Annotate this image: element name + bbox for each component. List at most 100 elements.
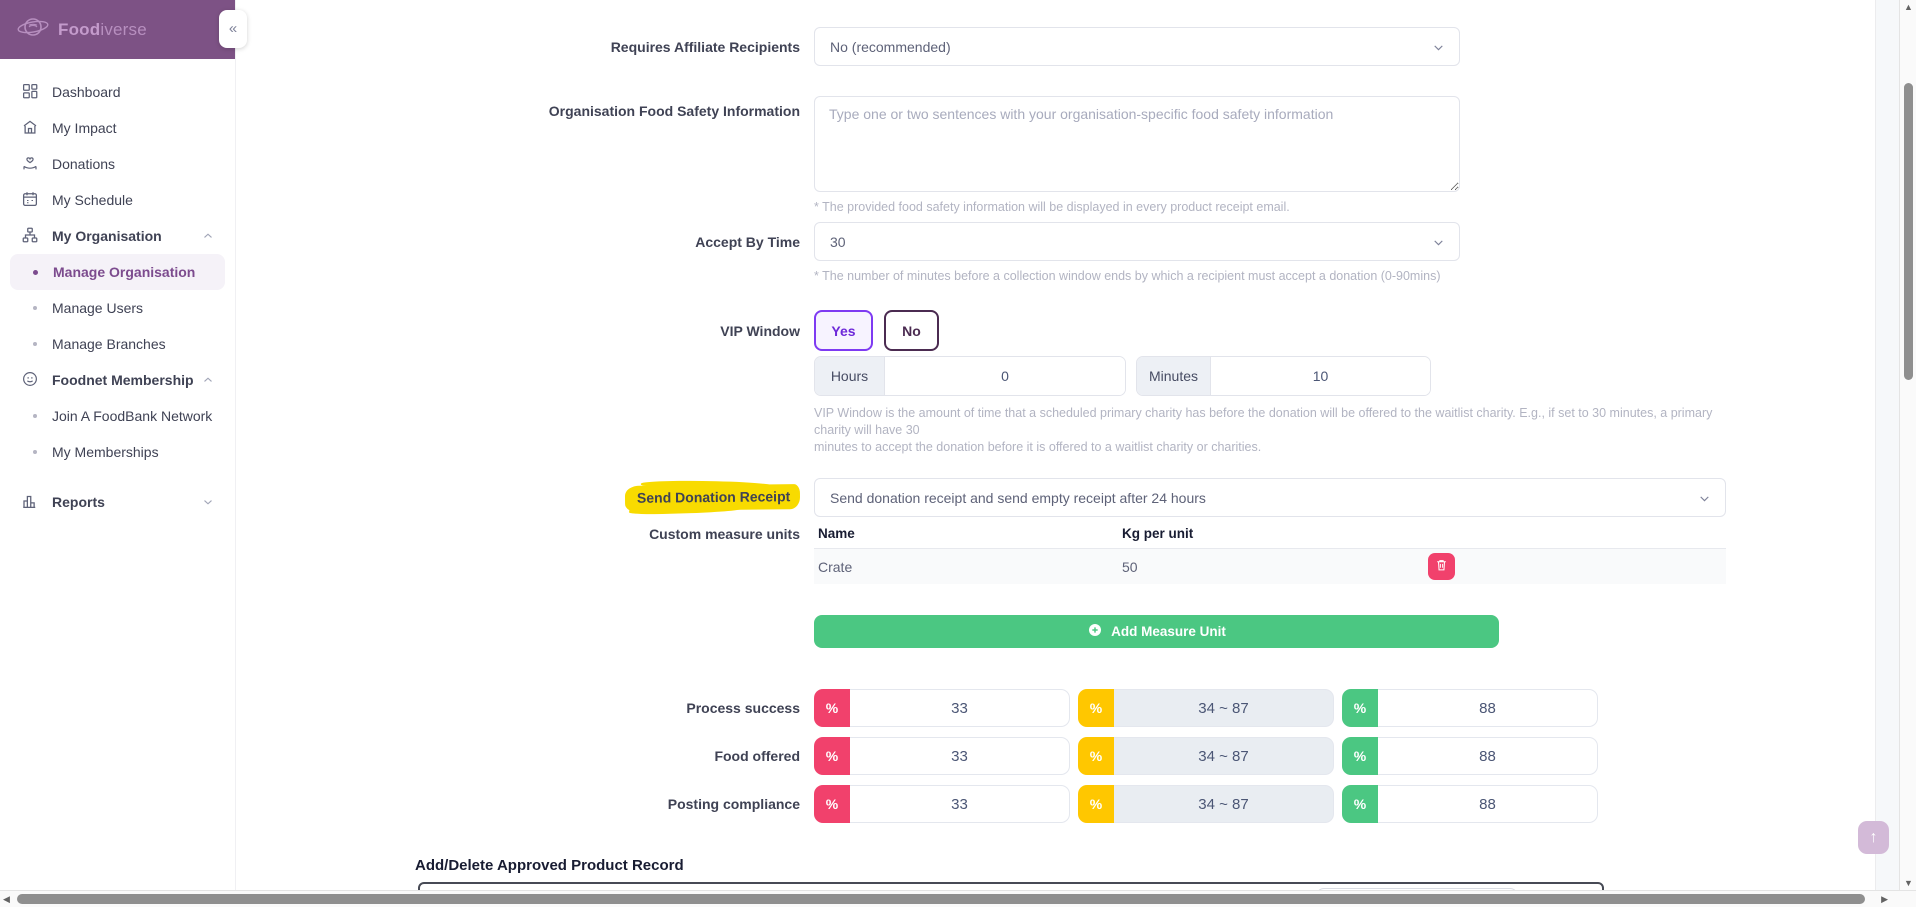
percent-badge: % — [1342, 737, 1378, 775]
high-threshold-input[interactable] — [1378, 689, 1598, 727]
vip-minutes-group: Minutes — [1136, 356, 1431, 396]
high-threshold-input[interactable] — [1378, 785, 1598, 823]
sidebar-item-dashboard[interactable]: Dashboard — [0, 74, 235, 110]
vertical-scrollbar[interactable]: ▲ ▼ — [1899, 0, 1916, 890]
dashboard-icon — [21, 82, 39, 103]
hand-heart-icon — [21, 154, 39, 175]
requires-affiliate-label: Requires Affiliate Recipients — [236, 39, 814, 55]
percent-badge: % — [1078, 689, 1114, 727]
add-measure-unit-label: Add Measure Unit — [1111, 624, 1226, 639]
sidebar-item-reports[interactable]: Reports — [0, 484, 235, 520]
low-threshold-input[interactable] — [850, 737, 1070, 775]
sidebar-item-manage-users[interactable]: Manage Users — [0, 290, 235, 326]
requires-affiliate-value: No (recommended) — [830, 39, 951, 55]
trash-icon — [1435, 558, 1448, 575]
column-header-kg: Kg per unit — [1122, 526, 1428, 541]
chevron-down-icon — [1432, 236, 1445, 252]
mid-threshold-input[interactable] — [1114, 785, 1334, 823]
measure-units-header: Name Kg per unit — [814, 524, 1726, 549]
mid-threshold-input[interactable] — [1114, 737, 1334, 775]
chevron-down-icon — [1432, 41, 1445, 57]
plus-circle-icon — [1087, 622, 1103, 641]
scroll-left-arrow-icon[interactable]: ◀ — [3, 894, 10, 905]
sidebar-header: Foodiverse « — [0, 0, 235, 59]
impact-icon — [21, 118, 39, 139]
sidebar: Foodiverse « Dashboard My Impact Donatio… — [0, 0, 236, 890]
high-threshold-group: % — [1342, 689, 1598, 727]
send-receipt-select[interactable]: Send donation receipt and send empty rec… — [814, 478, 1726, 517]
sidebar-collapse-button[interactable]: « — [219, 10, 247, 48]
percent-badge: % — [1342, 689, 1378, 727]
low-threshold-input[interactable] — [850, 785, 1070, 823]
chevron-up-icon — [201, 229, 215, 246]
percent-badge: % — [1342, 785, 1378, 823]
sidebar-item-my-memberships[interactable]: My Memberships — [0, 434, 235, 470]
add-measure-unit-button[interactable]: Add Measure Unit — [814, 615, 1499, 648]
accept-by-time-select[interactable]: 30 — [814, 222, 1460, 261]
sidebar-item-label: Manage Branches — [52, 336, 166, 352]
percent-badge: % — [1078, 737, 1114, 775]
percent-badge: % — [1078, 785, 1114, 823]
measure-unit-name: Crate — [818, 559, 1122, 575]
sidebar-item-label: Manage Users — [52, 300, 143, 316]
scroll-to-top-button[interactable]: ↑ — [1858, 821, 1889, 854]
brand-name: Foodiverse — [58, 20, 147, 40]
vip-hint-line1: VIP Window is the amount of time that a … — [814, 405, 1734, 439]
horizontal-scrollbar-thumb[interactable] — [17, 894, 1865, 904]
food-safety-row: Organisation Food Safety Information — [236, 96, 1875, 192]
send-receipt-label-wrap: Send Donation Receipt — [236, 485, 814, 510]
scroll-down-arrow-icon[interactable]: ▼ — [1900, 878, 1916, 888]
sidebar-item-my-schedule[interactable]: My Schedule — [0, 182, 235, 218]
sidebar-item-join-foodbank-network[interactable]: Join A FoodBank Network — [0, 398, 235, 434]
vip-no-button[interactable]: No — [884, 310, 939, 351]
high-threshold-group: % — [1342, 737, 1598, 775]
sidebar-item-label: Foodnet Membership — [52, 372, 194, 388]
chevron-up-icon — [201, 373, 215, 390]
process-success-label: Process success — [236, 700, 814, 716]
posting-compliance-row: Posting compliance % % % — [236, 785, 1875, 823]
bullet-icon — [33, 450, 37, 454]
vip-yes-button[interactable]: Yes — [814, 310, 873, 351]
mid-threshold-group: % — [1078, 737, 1334, 775]
sidebar-item-my-organisation[interactable]: My Organisation — [0, 218, 235, 254]
sidebar-item-manage-branches[interactable]: Manage Branches — [0, 326, 235, 362]
org-tree-icon — [21, 226, 39, 247]
posting-compliance-label: Posting compliance — [236, 796, 814, 812]
globe-icon — [21, 370, 39, 391]
vertical-scrollbar-thumb[interactable] — [1904, 83, 1913, 380]
low-threshold-input[interactable] — [850, 689, 1070, 727]
vip-window-row: VIP Window Yes No — [236, 310, 1875, 351]
accept-by-time-value: 30 — [830, 234, 846, 250]
brand-light: iverse — [100, 20, 147, 39]
percent-badge: % — [814, 689, 850, 727]
low-threshold-group: % — [814, 785, 1070, 823]
measure-unit-kg: 50 — [1122, 559, 1428, 575]
measure-units-table: Name Kg per unit Crate 50 — [814, 524, 1726, 584]
sidebar-item-manage-organisation[interactable]: Manage Organisation — [10, 254, 225, 290]
accept-by-time-label: Accept By Time — [236, 234, 814, 250]
minutes-input[interactable] — [1211, 357, 1430, 395]
column-header-name: Name — [818, 526, 1122, 541]
add-measure-unit-row: Add Measure Unit — [236, 615, 1875, 648]
scroll-up-arrow-icon[interactable]: ▲ — [1900, 2, 1916, 12]
settings-form: Requires Affiliate Recipients No (recomm… — [236, 0, 1875, 890]
process-success-row: Process success % % % — [236, 689, 1875, 727]
horizontal-scrollbar[interactable]: ◀ ▶ — [0, 890, 1916, 907]
sidebar-item-foodnet-membership[interactable]: Foodnet Membership — [0, 362, 235, 398]
brand-logo: Foodiverse — [16, 13, 147, 46]
mid-threshold-input[interactable] — [1114, 689, 1334, 727]
high-threshold-input[interactable] — [1378, 737, 1598, 775]
sidebar-item-label: My Schedule — [52, 192, 133, 208]
requires-affiliate-select[interactable]: No (recommended) — [814, 27, 1460, 66]
low-threshold-group: % — [814, 689, 1070, 727]
bullet-icon — [33, 306, 37, 310]
sidebar-item-my-impact[interactable]: My Impact — [0, 110, 235, 146]
brand-bold: Food — [58, 20, 100, 39]
sidebar-item-label: Donations — [52, 156, 115, 172]
food-safety-textarea[interactable] — [814, 96, 1460, 192]
sidebar-item-donations[interactable]: Donations — [0, 146, 235, 182]
scroll-right-arrow-icon[interactable]: ▶ — [1881, 894, 1888, 905]
hours-input[interactable] — [885, 357, 1125, 395]
approved-product-heading: Add/Delete Approved Product Record — [415, 857, 1875, 874]
delete-measure-unit-button[interactable] — [1428, 553, 1455, 580]
